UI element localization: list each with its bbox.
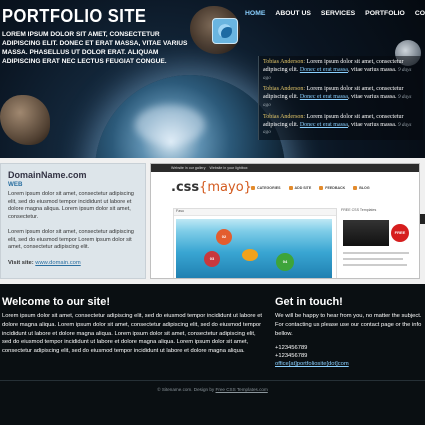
project-category: WEB — [8, 181, 23, 188]
preview-bubble: 02 — [216, 229, 232, 245]
tweet: Tobias Anderson: Lorem ipsum dolor sit a… — [259, 56, 423, 83]
footer-text: © Sitename.com. Design by — [157, 387, 215, 392]
preview-bubble: 04 — [276, 253, 294, 271]
preview-bar-item: Website in our gallery — [171, 166, 206, 170]
tweet-user[interactable]: Tobias Anderson: — [263, 59, 305, 65]
footer: © Sitename.com. Design by Free CSS Templ… — [0, 387, 425, 392]
preview-nav-item: CATEGORIES — [251, 186, 281, 191]
contact-text: We will be happy to hear from you, no ma… — [275, 313, 422, 337]
preview-side-title: FREE CSS Templates — [341, 208, 377, 212]
contact-block: Get in touch! We will be happy to hear f… — [275, 296, 425, 368]
contact-details: +123456789 +123456789 office[at]portfoli… — [275, 344, 425, 368]
tweet: Tobias Anderson: Lorem ipsum dolor sit a… — [259, 83, 423, 110]
tweet-text-end: , vitae varius massa. — [347, 66, 397, 73]
preview-nav-item: FEEDBACK — [319, 186, 345, 191]
site-logo[interactable]: PORTFOLIO SITE — [2, 6, 146, 27]
twitter-bird-icon — [212, 18, 238, 44]
tweet-user[interactable]: Tobias Anderson: — [263, 86, 305, 92]
twitter-feed: Tobias Anderson: Lorem ipsum dolor sit a… — [258, 56, 423, 140]
hero-banner: PORTFOLIO SITE LOREM IPSUM DOLOR SIT AME… — [0, 0, 425, 158]
nav-home[interactable]: HOME — [240, 8, 270, 22]
visit-label: Visit site: — [8, 260, 34, 266]
visit-link[interactable]: www.domain.com — [35, 260, 80, 266]
welcome-text: Lorem ipsum dolor sit amet, consectetur … — [2, 313, 263, 355]
preview-main-header: Fasu — [174, 209, 336, 216]
tweet-text-end: , vitae varius massa. — [347, 121, 397, 128]
welcome-block: Welcome to our site! Lorem ipsum dolor s… — [2, 296, 264, 356]
preview-text-line — [343, 252, 409, 254]
contact-phone: +123456789 — [275, 353, 308, 360]
preview-underwater-image: 02 03 04 — [176, 219, 332, 278]
contact-phone: +123456789 — [275, 345, 308, 352]
footer-link[interactable]: Free CSS Templates.com — [216, 387, 268, 392]
nav-services[interactable]: SERVICES — [316, 8, 360, 22]
planet-image — [95, 75, 285, 158]
nav-portfolio[interactable]: PORTFOLIO — [360, 8, 410, 22]
preview-nav-item: ADD SITE — [288, 186, 311, 191]
main-nav: HOME ABOUT US SERVICES PORTFOLIO CONTACT — [240, 8, 425, 22]
intro-text: LOREM IPSUM DOLOR SIT AMET, CONSECTETUR … — [2, 31, 188, 65]
preview-text-line — [343, 264, 407, 266]
tweet-text-end: , vitae varius massa. — [347, 94, 397, 101]
tweet-link[interactable]: Donec et erat massa — [300, 94, 348, 100]
project-info-panel: DomainName.com WEB Lorem ipsum dolor sit… — [0, 163, 146, 279]
project-description: Lorem ipsum dolor sit amet, consectetur … — [8, 229, 134, 251]
preview-bar-item: Website in your lightbox — [209, 166, 248, 170]
preview-main: Fasu 02 03 04 — [173, 208, 337, 278]
contact-title: Get in touch! — [275, 296, 343, 308]
fish-icon — [242, 249, 258, 261]
preview-logo: .css{mayo} — [171, 180, 252, 195]
tweet-link[interactable]: Donec et erat massa — [300, 122, 348, 128]
welcome-title: Welcome to our site! — [2, 296, 110, 308]
project-visit: Visit site: www.domain.com — [8, 260, 81, 266]
contact-email-link[interactable]: office[at]portfoliosite[dot]com — [275, 361, 349, 367]
preview-text-line — [343, 258, 403, 260]
preview-topbar: Website in our gallery Website in your l… — [151, 164, 419, 172]
tweet-link[interactable]: Donec et erat massa — [300, 67, 348, 73]
footer-divider — [0, 380, 425, 381]
tweet: Tobias Anderson: Lorem ipsum dolor sit a… — [259, 111, 423, 138]
project-description: Lorem ipsum dolor sit amet, consectetur … — [8, 191, 134, 220]
preview-side-image — [343, 220, 389, 246]
preview-sidebar: FREE CSS Templates FREE — [341, 208, 415, 278]
free-badge: FREE — [391, 224, 409, 242]
nav-about-us[interactable]: ABOUT US — [270, 8, 316, 22]
tweet-user[interactable]: Tobias Anderson: — [263, 114, 305, 120]
preview-nav-item: BLOG — [353, 186, 370, 191]
asteroid-image — [0, 95, 50, 145]
preview-nav: CATEGORIES ADD SITE FEEDBACK BLOG — [251, 186, 370, 191]
preview-bubble: 03 — [204, 251, 220, 267]
project-title: DomainName.com — [8, 170, 87, 180]
nav-contact[interactable]: CONTACT — [410, 8, 425, 22]
project-screenshot[interactable]: Website in our gallery Website in your l… — [150, 163, 420, 279]
